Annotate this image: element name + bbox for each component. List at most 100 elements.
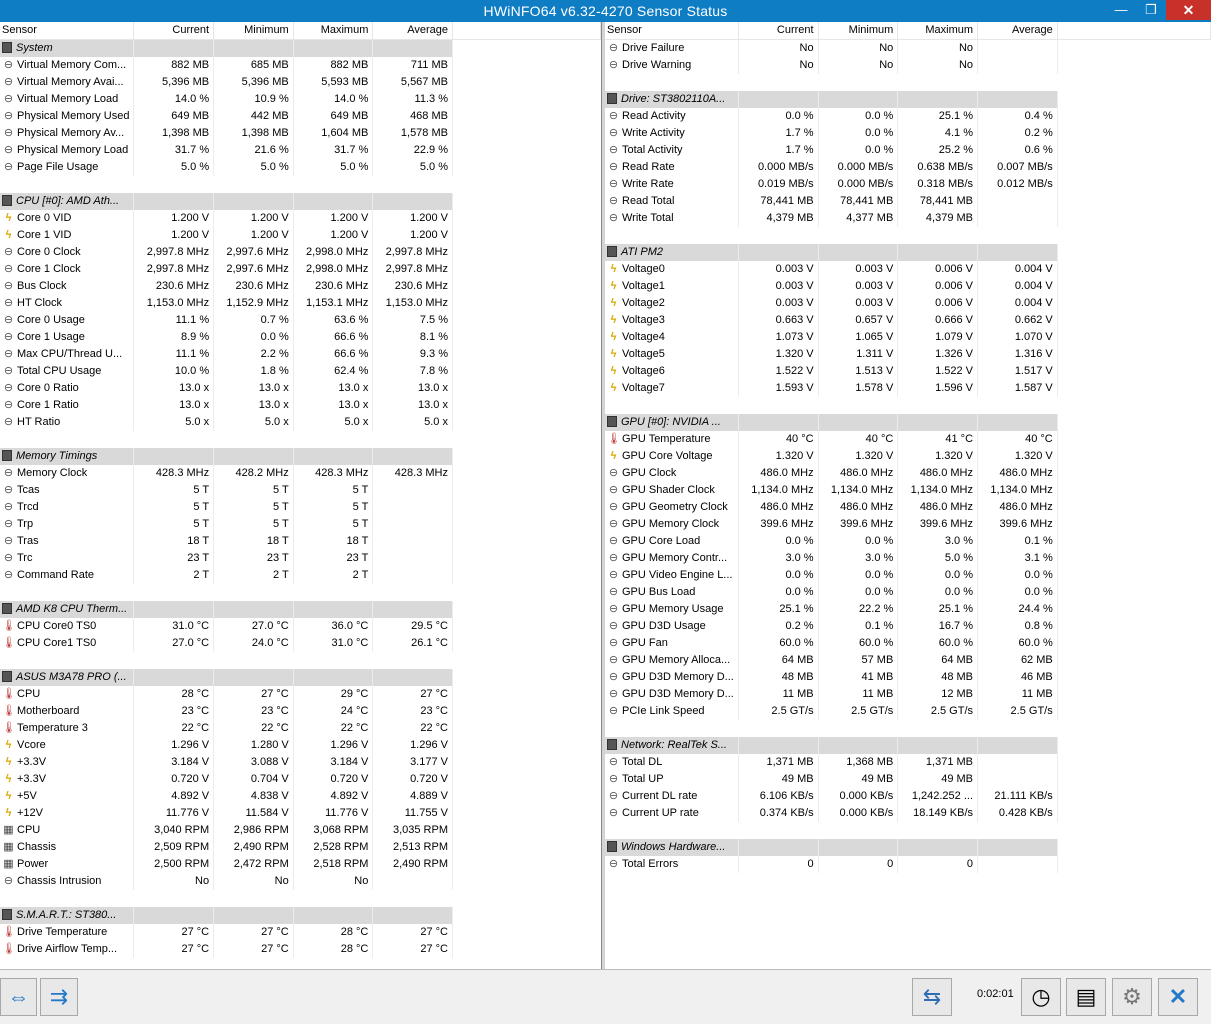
- sensor-row[interactable]: 🌡Motherboard 23 °C 23 °C 24 °C 23 °C: [0, 703, 601, 720]
- sensor-row[interactable]: ⊖ GPU Video Engine L... 0.0 % 0.0 % 0.0 % 0.0…: [605, 567, 1211, 584]
- sensor-row[interactable]: ▦ Power 2,500 RPM 2,472 RPM 2,518 RPM 2,490 R…: [0, 856, 601, 873]
- column-header-current[interactable]: Current: [738, 22, 819, 40]
- column-header-maximum[interactable]: Maximum: [897, 22, 979, 40]
- sensor-row[interactable]: 🌡GPU Temperature 40 °C 40 °C 41 °C 40 °C: [605, 431, 1211, 448]
- sensor-row[interactable]: ⊖ Write Activity 1.7 % 0.0 % 4.1 % 0.2 %: [605, 125, 1211, 142]
- column-header-average[interactable]: Average: [977, 22, 1058, 40]
- sensor-row[interactable]: ⊖ Max CPU/Thread U... 11.1 % 2.2 % 66.6 % 9.3…: [0, 346, 601, 363]
- reset-clock-button[interactable]: ◷: [1021, 978, 1061, 1016]
- sensor-row[interactable]: ⊖ Total CPU Usage 10.0 % 1.8 % 62.4 % 7.8 %: [0, 363, 601, 380]
- sensor-row[interactable]: ⊖ GPU Shader Clock 1,134.0 MHz 1,134.0 MHz 1…: [605, 482, 1211, 499]
- sensor-row[interactable]: ⊖ Current UP rate 0.374 KB/s 0.000 KB/s 18.1…: [605, 805, 1211, 822]
- sensor-row[interactable]: ϟ Vcore 1.296 V 1.280 V 1.296 V 1.296 V: [0, 737, 601, 754]
- sensor-row[interactable]: 🌡CPU 28 °C 27 °C 29 °C 27 °C: [0, 686, 601, 703]
- sensor-row[interactable]: ⊖ Physical Memory Av... 1,398 MB 1,398 MB 1,…: [0, 125, 601, 142]
- maximize-button[interactable]: ❐: [1136, 0, 1166, 20]
- sensor-row[interactable]: ⊖ Virtual Memory Load 14.0 % 10.9 % 14.0 % 11…: [0, 91, 601, 108]
- sensor-row[interactable]: ⊖ Current DL rate 6.106 KB/s 0.000 KB/s 1,24…: [605, 788, 1211, 805]
- sensor-row[interactable]: ϟ +12V 11.776 V 11.584 V 11.776 V 11.755 V: [0, 805, 601, 822]
- column-header-current[interactable]: Current: [133, 22, 215, 40]
- sensor-row[interactable]: ⊖ Write Total 4,379 MB 4,377 MB 4,379 MB: [605, 210, 1211, 227]
- sensor-row[interactable]: ⊖ Physical Memory Load 31.7 % 21.6 % 31.7 % 2…: [0, 142, 601, 159]
- logging-button[interactable]: ▤: [1066, 978, 1106, 1016]
- sensor-row[interactable]: ϟ +5V 4.892 V 4.838 V 4.892 V 4.889 V: [0, 788, 601, 805]
- sensor-row[interactable]: ⊖ Read Activity 0.0 % 0.0 % 25.1 % 0.4 %: [605, 108, 1211, 125]
- minimize-button[interactable]: —: [1106, 0, 1136, 20]
- sensor-row[interactable]: ⊖ Command Rate 2 T2 T2 T: [0, 567, 601, 584]
- expand-panes-button[interactable]: ⇉: [40, 978, 78, 1016]
- sensor-row[interactable]: ϟ Core 0 VID 1.200 V 1.200 V 1.200 V 1.200 V: [0, 210, 601, 227]
- sensor-row[interactable]: ⊖ GPU D3D Memory D... 48 MB 41 MB 48 MB 46 MB: [605, 669, 1211, 686]
- column-header-minimum[interactable]: Minimum: [213, 22, 294, 40]
- sensor-row[interactable]: ⊖ Chassis Intrusion No No No: [0, 873, 601, 890]
- sensor-row[interactable]: ⊖ Total DL 1,371 MB 1,368 MB 1,371 MB: [605, 754, 1211, 771]
- sensor-group-row[interactable]: GPU [#0]: NVIDIA ...: [605, 414, 1211, 431]
- sensor-row[interactable]: ⊖ GPU Clock 486.0 MHz 486.0 MHz 486.0 MHz 486…: [605, 465, 1211, 482]
- settings-button[interactable]: ⚙: [1112, 978, 1152, 1016]
- sensor-row[interactable]: ϟ Voltage5 1.320 V 1.311 V 1.326 V 1.316 V: [605, 346, 1211, 363]
- sensor-row[interactable]: 🌡CPU Core1 TS0 27.0 °C 24.0 °C 31.0 °C 26.1 …: [0, 635, 601, 652]
- column-header-maximum[interactable]: Maximum: [293, 22, 374, 40]
- sensor-row[interactable]: ϟ Voltage3 0.663 V 0.657 V 0.666 V 0.662 V: [605, 312, 1211, 329]
- sensor-row[interactable]: ϟ +3.3V 0.720 V 0.704 V 0.720 V 0.720 V: [0, 771, 601, 788]
- sensor-row[interactable]: ⊖ Read Rate 0.000 MB/s 0.000 MB/s 0.638 MB/s…: [605, 159, 1211, 176]
- sensor-group-row[interactable]: CPU [#0]: AMD Ath...: [0, 193, 601, 210]
- sensor-row[interactable]: ϟ GPU Core Voltage 1.320 V 1.320 V 1.320 V 1.…: [605, 448, 1211, 465]
- sensor-row[interactable]: ϟ Voltage2 0.003 V 0.003 V 0.006 V 0.004 V: [605, 295, 1211, 312]
- sensor-row[interactable]: ⊖ Core 0 Usage 11.1 % 0.7 % 63.6 % 7.5 %: [0, 312, 601, 329]
- sensor-row[interactable]: ⊖ HT Clock 1,153.0 MHz 1,152.9 MHz 1,153.1 M…: [0, 295, 601, 312]
- column-header-sensor[interactable]: Sensor: [605, 22, 739, 40]
- sensor-row[interactable]: ⊖ GPU D3D Memory D... 11 MB 11 MB 12 MB 11 MB: [605, 686, 1211, 703]
- sensor-row[interactable]: ⊖ GPU Geometry Clock 486.0 MHz 486.0 MHz 486…: [605, 499, 1211, 516]
- sensor-group-row[interactable]: Drive: ST3802110A...: [605, 91, 1211, 108]
- sensor-row[interactable]: ⊖ Drive Failure No No No: [605, 39, 1211, 57]
- sensor-row[interactable]: ⊖ HT Ratio 5.0 x 5.0 x 5.0 x 5.0 x: [0, 414, 601, 431]
- sensor-row[interactable]: ⊖ Total Errors 0 0 0: [605, 856, 1211, 873]
- sensor-row[interactable]: ⊖ PCIe Link Speed 2.5 GT/s 2.5 GT/s 2.5 GT/s…: [605, 703, 1211, 720]
- column-header-average[interactable]: Average: [372, 22, 453, 40]
- sensor-row[interactable]: ⊖ Virtual Memory Avai... 5,396 MB 5,396 MB 5…: [0, 74, 601, 91]
- sensor-row[interactable]: ⊖ GPU D3D Usage 0.2 % 0.1 % 16.7 % 0.8 %: [605, 618, 1211, 635]
- sensor-row[interactable]: ϟ Voltage1 0.003 V 0.003 V 0.006 V 0.004 V: [605, 278, 1211, 295]
- sensor-row[interactable]: ▦ CPU 3,040 RPM 2,986 RPM 3,068 RPM 3,035 RPM: [0, 822, 601, 839]
- sensor-group-row[interactable]: System: [0, 39, 601, 57]
- sensor-row[interactable]: ⊖ Tras 18 T 18 T 18 T: [0, 533, 601, 550]
- sensor-row[interactable]: ϟ +3.3V 3.184 V 3.088 V 3.184 V 3.177 V: [0, 754, 601, 771]
- sensor-row[interactable]: ⊖ Memory Clock 428.3 MHz 428.2 MHz 428.3 MHz…: [0, 465, 601, 482]
- sensor-row[interactable]: ϟ Core 1 VID 1.200 V 1.200 V 1.200 V 1.200 V: [0, 227, 601, 244]
- sensor-row[interactable]: ⊖ Core 1 Usage 8.9 % 0.0 % 66.6 % 8.1 %: [0, 329, 601, 346]
- sensor-row[interactable]: ⊖ Drive Warning No No No: [605, 57, 1211, 74]
- network-icon-button[interactable]: ⇆: [912, 978, 952, 1016]
- sensor-row[interactable]: ⊖ Core 0 Clock 2,997.8 MHz 2,997.6 MHz 2,998…: [0, 244, 601, 261]
- sensor-row[interactable]: ⊖ GPU Memory Alloca... 64 MB 57 MB 64 MB 62 M…: [605, 652, 1211, 669]
- sensor-row[interactable]: ⊖ Write Rate 0.019 MB/s 0.000 MB/s 0.318 MB/…: [605, 176, 1211, 193]
- left-sensor-pane[interactable]: Sensor Current Minimum Maximum Average S…: [0, 22, 601, 969]
- sensor-row[interactable]: ⊖ Read Total 78,441 MB 78,441 MB 78,441 MB: [605, 193, 1211, 210]
- sensor-row[interactable]: ⊖ Bus Clock 230.6 MHz 230.6 MHz 230.6 MHz 230…: [0, 278, 601, 295]
- column-header-sensor[interactable]: Sensor: [0, 22, 135, 40]
- sensor-row[interactable]: ⊖ Tcas 5 T5 T5 T: [0, 482, 601, 499]
- sensor-row[interactable]: ⊖ Virtual Memory Com... 882 MB 685 MB 882 MB…: [0, 57, 601, 74]
- sensor-group-row[interactable]: Windows Hardware...: [605, 839, 1211, 856]
- sensor-row[interactable]: ⊖ Total UP 49 MB 49 MB 49 MB: [605, 771, 1211, 788]
- sensor-row[interactable]: ⊖ GPU Memory Contr... 3.0 % 3.0 % 5.0 % 3.1 %: [605, 550, 1211, 567]
- sensor-row[interactable]: ⊖ GPU Fan 60.0 % 60.0 % 60.0 % 60.0 %: [605, 635, 1211, 652]
- collapse-panes-button[interactable]: ⇔: [0, 978, 37, 1016]
- sensor-group-row[interactable]: Memory Timings: [0, 448, 601, 465]
- exit-button[interactable]: ✕: [1158, 978, 1198, 1016]
- sensor-row[interactable]: 🌡Drive Temperature 27 °C 27 °C 28 °C 27 °C: [0, 924, 601, 941]
- sensor-group-row[interactable]: ASUS M3A78 PRO (...: [0, 669, 601, 686]
- sensor-group-row[interactable]: S.M.A.R.T.: ST380...: [0, 907, 601, 924]
- sensor-row[interactable]: 🌡Drive Airflow Temp... 27 °C 27 °C 28 °C 27 …: [0, 941, 601, 958]
- sensor-row[interactable]: ϟ Voltage7 1.593 V 1.578 V 1.596 V 1.587 V: [605, 380, 1211, 397]
- sensor-row[interactable]: ⊖ GPU Core Load 0.0 % 0.0 % 3.0 % 0.1 %: [605, 533, 1211, 550]
- close-button[interactable]: ✕: [1166, 0, 1211, 20]
- sensor-row[interactable]: ⊖ Trp 5 T5 T5 T: [0, 516, 601, 533]
- sensor-row[interactable]: 🌡CPU Core0 TS0 31.0 °C 27.0 °C 36.0 °C 29.5 …: [0, 618, 601, 635]
- sensor-row[interactable]: ⊖ Core 1 Clock 2,997.8 MHz 2,997.6 MHz 2,998…: [0, 261, 601, 278]
- right-sensor-pane[interactable]: Sensor Current Minimum Maximum Average ⊖…: [605, 22, 1211, 969]
- sensor-row[interactable]: ⊖ Core 1 Ratio 13.0 x 13.0 x 13.0 x 13.0 x: [0, 397, 601, 414]
- sensor-group-row[interactable]: AMD K8 CPU Therm...: [0, 601, 601, 618]
- sensor-row[interactable]: ⊖ Page File Usage 5.0 % 5.0 % 5.0 % 5.0 %: [0, 159, 601, 176]
- sensor-row[interactable]: ϟ Voltage6 1.522 V 1.513 V 1.522 V 1.517 V: [605, 363, 1211, 380]
